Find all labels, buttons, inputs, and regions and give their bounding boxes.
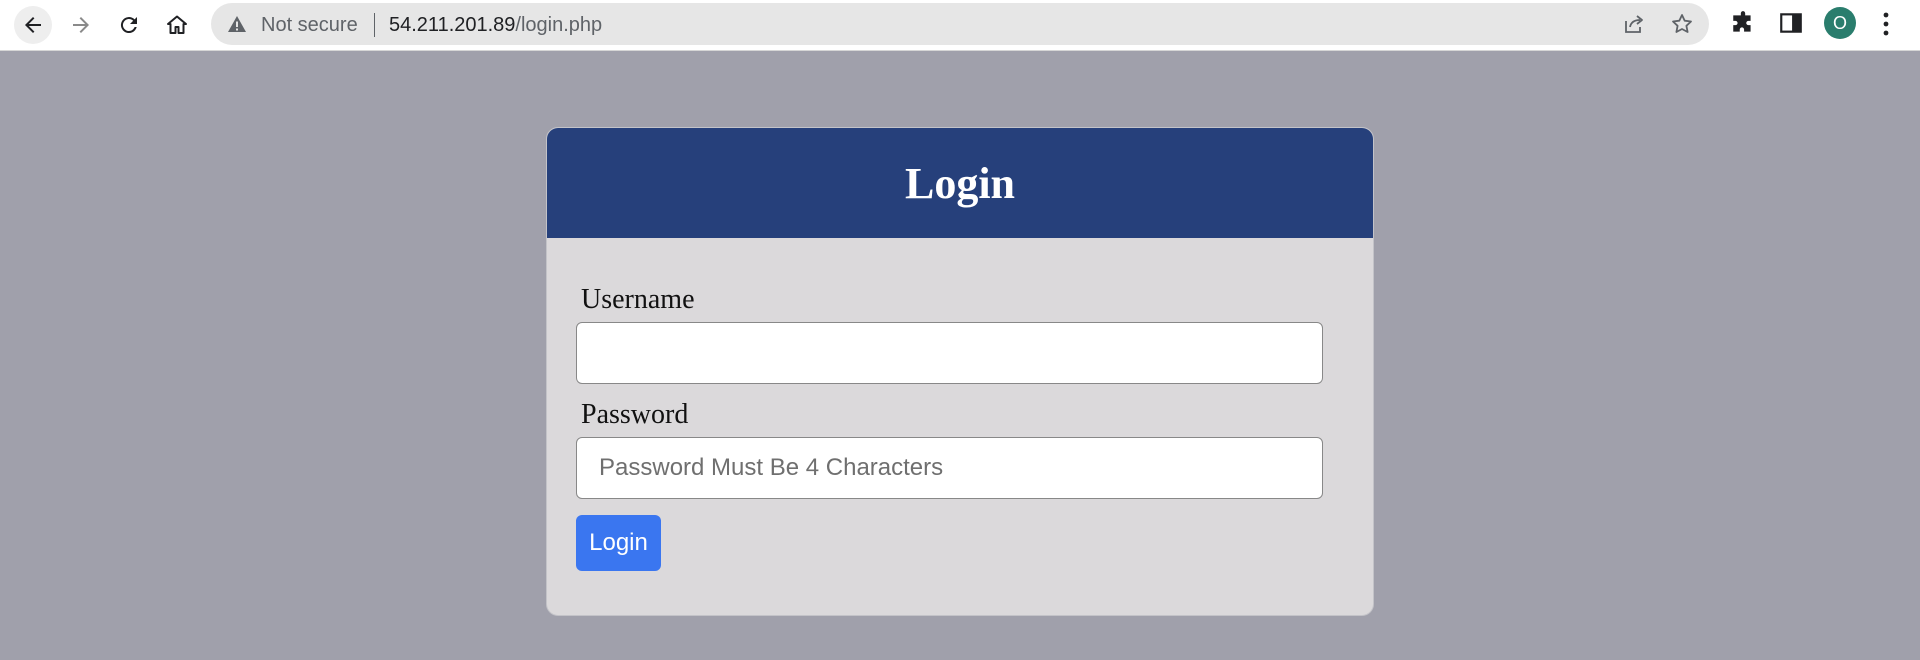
address-bar[interactable]: Not secure 54.211.201.89/login.php [211,3,1709,45]
browser-toolbar: Not secure 54.211.201.89/login.php O [0,0,1920,51]
url-path: /login.php [515,14,603,36]
password-input[interactable] [576,437,1323,499]
share-icon[interactable] [1622,12,1646,36]
forward-button[interactable] [62,6,100,44]
forward-arrow-icon [73,17,89,33]
back-button[interactable] [14,6,52,44]
reload-button[interactable] [110,6,148,44]
omnibox-divider [374,13,375,37]
reload-icon [120,17,137,34]
login-card-header: Login [547,128,1373,238]
home-icon [167,15,187,34]
url-host: 54.211.201.89 [389,14,516,36]
star-icon[interactable] [1670,12,1694,36]
more-vert-icon[interactable] [1876,10,1896,38]
security-label[interactable]: Not secure [261,14,358,37]
username-input[interactable] [576,322,1323,384]
side-panel-icon[interactable] [1778,10,1804,36]
back-arrow-icon [25,17,41,33]
url-text[interactable]: 54.211.201.89/login.php [389,14,602,37]
profile-avatar[interactable]: O [1824,7,1856,39]
extensions-icon[interactable] [1730,10,1756,36]
login-button[interactable]: Login [576,515,661,571]
login-card: Login Username Password Login [546,127,1374,616]
warning-icon [228,16,246,32]
login-title: Login [904,158,1016,208]
password-label: Password [581,399,689,430]
home-button[interactable] [158,6,196,44]
username-label: Username [581,284,695,315]
